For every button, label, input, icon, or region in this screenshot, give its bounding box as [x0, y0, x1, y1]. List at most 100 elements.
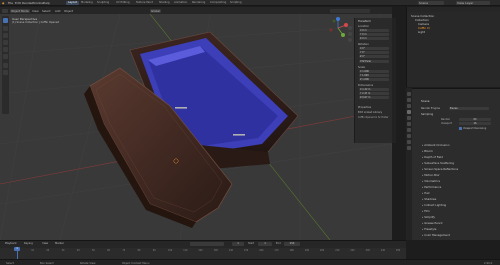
viewport-samples-field[interactable]: 16 [459, 122, 491, 126]
tab-shading[interactable]: Shading [157, 1, 172, 5]
select-tool-icon[interactable] [3, 18, 8, 23]
tab-uv-editing[interactable]: UV Editing [114, 1, 132, 5]
render-tab-icon[interactable] [407, 98, 411, 102]
tab-texture-paint[interactable]: Texture Paint [134, 1, 155, 5]
section-motion-blur[interactable]: Motion Blur [422, 173, 439, 177]
tab-animation[interactable]: Animation [172, 1, 189, 5]
scale-tool-icon[interactable] [3, 47, 8, 52]
dimension-x-field[interactable]: X 1.22 m [359, 88, 389, 92]
tab-layout[interactable]: Layout [66, 1, 79, 5]
outliner-light[interactable]: Light [418, 30, 425, 34]
editor-type-icon[interactable] [2, 8, 8, 13]
scene-tab-icon[interactable] [407, 110, 411, 114]
timeline-menu-keying[interactable]: Keying [24, 242, 33, 245]
sampling-section[interactable]: Sampling [421, 113, 433, 116]
scale-x-field[interactable]: X 1.000 [359, 70, 389, 74]
tab-sculpting[interactable]: Sculpting [95, 1, 111, 5]
timeline-menu-view[interactable]: View [42, 242, 48, 245]
world-tab-icon[interactable] [407, 116, 411, 120]
modifier-tab-icon[interactable] [407, 128, 411, 132]
header-menu-select[interactable]: Select [42, 9, 51, 13]
timeline-menu-playback[interactable]: Playback [5, 242, 17, 245]
transform-orientation[interactable]: Global [150, 9, 161, 13]
section-ambient-occlusion[interactable]: Ambient Occlusion [422, 143, 449, 147]
timeline-menu-marker[interactable]: Marker [55, 242, 64, 245]
viewport-shading-buttons[interactable] [330, 8, 370, 13]
section-film[interactable]: Film [422, 209, 429, 213]
start-frame-label: Start [248, 242, 255, 245]
render-engine-select[interactable]: Eevee [449, 106, 489, 111]
scale-y-field[interactable]: Y 1.000 [359, 74, 389, 78]
sidebar-tabs[interactable] [392, 18, 396, 143]
section-bloom[interactable]: Bloom [422, 149, 433, 153]
location-x-field[interactable]: X 0 m [359, 29, 389, 33]
tab-compositing[interactable]: Compositing [208, 1, 228, 5]
section-grease-pencil[interactable]: Grease Pencil [422, 221, 442, 225]
navigation-gizmo[interactable] [326, 16, 350, 40]
section-simplify[interactable]: Simplify [422, 215, 435, 219]
scene-selector[interactable]: Scene [418, 1, 444, 5]
section-subsurface[interactable]: Subsurface Scattering [422, 161, 454, 165]
current-frame-field[interactable]: 1 [232, 242, 244, 246]
pan-view-icon[interactable] [348, 32, 352, 36]
rotate-tool-icon[interactable] [3, 40, 8, 45]
section-performance[interactable]: Performance [422, 185, 441, 189]
constraint-tab-icon[interactable] [407, 134, 411, 138]
menu-help[interactable]: Help [43, 1, 50, 5]
end-frame-field[interactable]: 250 [284, 242, 300, 246]
linked-library-subpanel[interactable]: Edit Linked Library [358, 111, 382, 114]
section-indirect-lighting[interactable]: Indirect Lighting [422, 203, 446, 207]
view-layer-selector[interactable]: View Layer [456, 1, 490, 5]
camera-view-icon[interactable] [348, 38, 352, 42]
header-menu-object[interactable]: Object [64, 9, 73, 13]
menu-file[interactable]: File [8, 1, 13, 5]
linked-library-item[interactable]: Coffin Opened in Sc Hinter [358, 116, 389, 119]
header-menu-view[interactable]: View [32, 9, 39, 13]
section-freestyle[interactable]: Freestyle [422, 227, 436, 231]
rotation-x-field[interactable]: X 0° [359, 47, 389, 51]
timeline: Playback Keying View Marker 1 Start 1 En… [0, 240, 406, 260]
playback-controls[interactable] [190, 242, 224, 246]
tab-modeling[interactable]: Modeling [79, 1, 95, 5]
transform-header[interactable]: Transform [358, 20, 371, 23]
header-menu-add[interactable]: Add [55, 9, 60, 13]
zoom-view-icon[interactable] [348, 26, 352, 30]
start-frame-field[interactable]: 1 [258, 242, 272, 246]
tab-scripting[interactable]: Scripting [228, 1, 244, 5]
section-hair[interactable]: Hair [422, 191, 430, 195]
rotation-z-field[interactable]: Z 0° [359, 55, 389, 59]
blender-logo-icon[interactable]: ◆ [2, 1, 4, 5]
scale-z-field[interactable]: Z 1.000 [359, 78, 389, 82]
menu-edit[interactable]: Edit [15, 1, 21, 5]
section-ssr[interactable]: Screen Space Reflections [422, 167, 458, 171]
section-depth-of-field[interactable]: Depth of Field [422, 155, 443, 159]
3d-viewport[interactable] [0, 14, 392, 240]
section-color-management[interactable]: Color Management [422, 233, 450, 237]
transform-tool-icon[interactable] [3, 54, 8, 59]
timeline-tick-label: 60 [107, 249, 110, 252]
rotation-y-field[interactable]: Y 0° [359, 51, 389, 55]
cursor-tool-icon[interactable] [3, 26, 8, 31]
tab-rendering[interactable]: Rendering [190, 1, 207, 5]
material-tab-icon[interactable] [407, 146, 411, 150]
dimension-z-field[interactable]: Z 0.67 m [359, 96, 389, 100]
location-y-field[interactable]: Y 0 m [359, 33, 389, 37]
mode-selector[interactable]: Object Mode [10, 9, 30, 13]
properties-subpanel[interactable]: Properties [358, 106, 371, 109]
annotate-tool-icon[interactable] [3, 63, 8, 68]
section-volumetrics[interactable]: Volumetrics [422, 179, 440, 183]
dimension-y-field[interactable]: Y 2.47 m [359, 92, 389, 96]
measure-tool-icon[interactable] [3, 70, 8, 75]
denoise-checkbox[interactable] [459, 127, 462, 130]
output-tab-icon[interactable] [407, 104, 411, 108]
render-samples-field[interactable]: 64 [459, 118, 491, 122]
tool-tab-icon[interactable] [407, 92, 411, 96]
move-tool-icon[interactable] [3, 33, 8, 38]
denoise-label: Viewport Denoising [463, 127, 487, 130]
location-z-field[interactable]: Z 0 m [359, 37, 389, 41]
data-tab-icon[interactable] [407, 140, 411, 144]
object-tab-icon[interactable] [407, 122, 411, 126]
timeline-tick-label: 160 [259, 249, 264, 252]
rotation-mode-select[interactable]: XYZ Euler [359, 60, 389, 64]
section-shadows[interactable]: Shadows [422, 197, 436, 201]
